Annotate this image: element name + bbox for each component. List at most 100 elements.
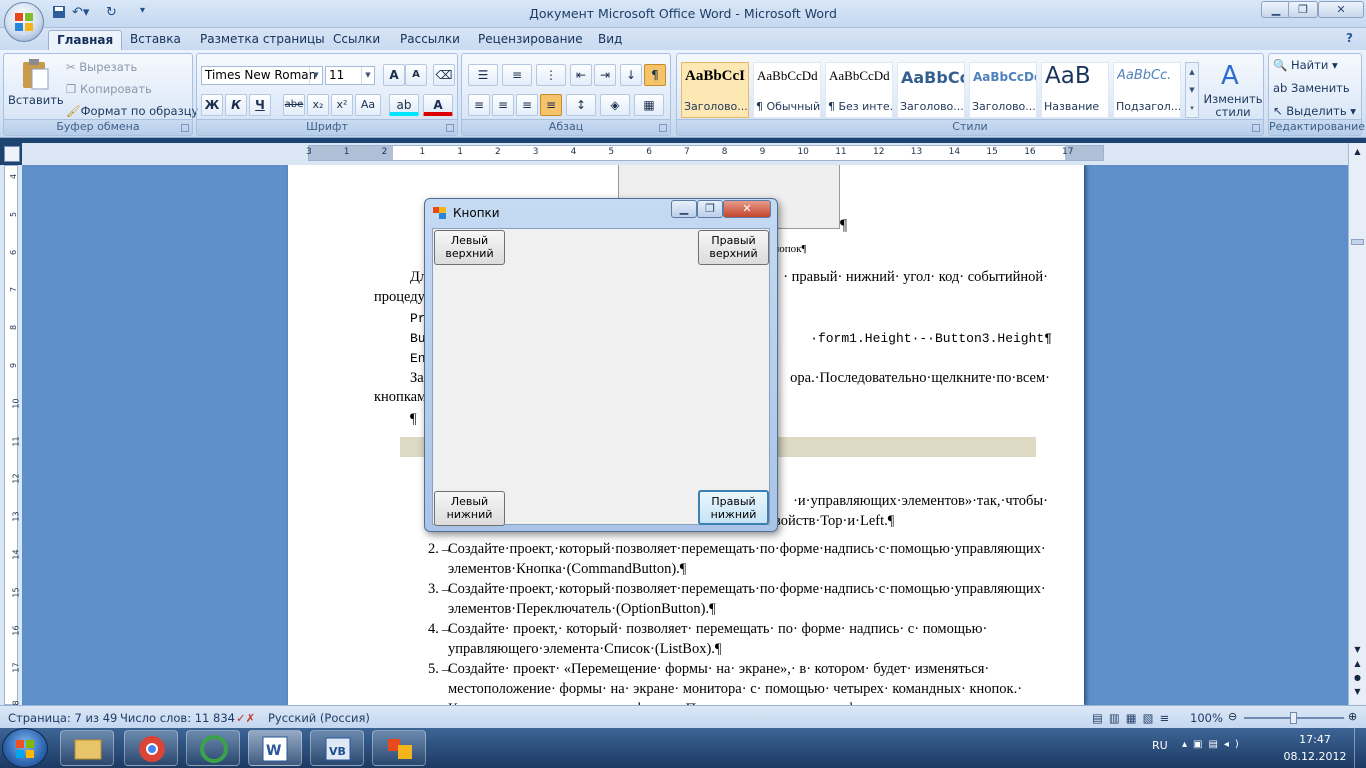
paste-button[interactable]: Вставить	[8, 58, 64, 116]
font-color-icon[interactable]: A	[423, 94, 453, 116]
dialog-launcher-icon[interactable]	[181, 124, 189, 132]
style-no-spacing[interactable]: AaBbCcDd ¶ Без инте...	[825, 62, 893, 118]
superscript-button[interactable]: x²	[331, 94, 353, 116]
style-title[interactable]: AaB Название	[1041, 62, 1109, 118]
dialog-launcher-icon[interactable]	[659, 124, 667, 132]
align-right-icon[interactable]: ≡	[516, 94, 538, 116]
zoom-slider[interactable]: ⊖ ⊕	[1228, 710, 1360, 724]
numbering-icon[interactable]: ≡	[502, 64, 532, 86]
maximize-button[interactable]: ❐	[1288, 1, 1318, 18]
save-icon[interactable]	[52, 5, 66, 23]
copy-button[interactable]: ❐ Копировать	[66, 82, 152, 96]
clock-date[interactable]: 08.12.2012	[1280, 750, 1350, 763]
clear-format-icon[interactable]: ⌫	[433, 64, 455, 86]
vb-taskbar-button[interactable]: VB	[310, 730, 364, 766]
styles-scroll[interactable]: ▲ ▼ ▾	[1185, 62, 1199, 118]
tab-insert[interactable]: Вставка	[122, 30, 189, 50]
tray-icons[interactable]: ▴▣▤◂)	[1182, 739, 1245, 750]
messenger-taskbar-button[interactable]	[186, 730, 240, 766]
grow-font-button[interactable]: A	[383, 64, 405, 86]
spellcheck-icon[interactable]: ✓✗	[236, 711, 255, 725]
sort-icon[interactable]: ↓	[620, 64, 642, 86]
shrink-font-button[interactable]: A	[405, 64, 427, 86]
shading-icon[interactable]: ◈	[600, 94, 630, 116]
ruler-number: 15	[986, 147, 998, 157]
office-button[interactable]	[4, 2, 44, 42]
help-icon[interactable]: ?	[1346, 31, 1353, 45]
right-top-button[interactable]: Правый верхний	[698, 230, 769, 265]
tab-references[interactable]: Ссылки	[325, 30, 388, 50]
scroll-thumb[interactable]	[1351, 239, 1364, 245]
qat-customize-icon[interactable]: ▾	[140, 5, 145, 23]
tab-mailings[interactable]: Рассылки	[392, 30, 468, 50]
form-minimize-button[interactable]: ▁	[671, 200, 697, 218]
tab-home[interactable]: Главная	[48, 30, 123, 50]
change-case-button[interactable]: Aa	[355, 94, 381, 116]
font-size-combo[interactable]: 11 ▼	[325, 66, 375, 85]
borders-icon[interactable]: ▦	[634, 94, 664, 116]
subscript-button[interactable]: x₂	[307, 94, 329, 116]
left-top-button[interactable]: Левый верхний	[434, 230, 505, 265]
vertical-ruler[interactable]: 456789101112131415161718	[0, 165, 22, 711]
page-indicator[interactable]: Страница: 7 из 49	[8, 711, 117, 725]
tab-view[interactable]: Вид	[590, 30, 630, 50]
format-painter-button[interactable]: 🖌Формат по образцу	[66, 104, 198, 118]
clock-time[interactable]: 17:47	[1280, 733, 1350, 746]
line-spacing-icon[interactable]: ↕	[566, 94, 596, 116]
tab-selector[interactable]	[4, 146, 20, 162]
vruler-number: 12	[11, 473, 21, 484]
dialog-launcher-icon[interactable]	[1252, 124, 1260, 132]
style-subtitle[interactable]: AaBbCc. Подзагол...	[1113, 62, 1181, 118]
cut-button[interactable]: ✂ Вырезать	[66, 60, 137, 74]
style-normal[interactable]: AaBbCcDd ¶ Обычный	[753, 62, 821, 118]
buttons-form-window[interactable]: Кнопки ▁ ❐ ✕ Левый верхний Правый верхни…	[424, 198, 778, 532]
tab-review[interactable]: Рецензирование	[470, 30, 591, 50]
dialog-launcher-icon[interactable]	[446, 124, 454, 132]
horizontal-ruler[interactable]: 3 1 2 1 1 2 3 4 5 6 7 8 9 10 11 12 13 14 15 16 17	[22, 143, 1348, 165]
style-heading1[interactable]: AaBbCcI Заголово...	[681, 62, 749, 118]
increase-indent-icon[interactable]: ⇥	[594, 64, 616, 86]
select-button[interactable]: ↖ Выделить ▾	[1273, 104, 1356, 118]
style-heading-b[interactable]: AaBbCcDd Заголово...	[969, 62, 1037, 118]
browse-buttons[interactable]: ▼ ▲ ● ▼	[1351, 643, 1364, 699]
multilevel-list-icon[interactable]: ⋮	[536, 64, 566, 86]
right-bottom-button[interactable]: Правый нижний	[698, 490, 769, 525]
language-tray[interactable]: RU	[1152, 739, 1168, 752]
start-button[interactable]	[2, 728, 48, 768]
project-taskbar-button[interactable]	[372, 730, 426, 766]
vertical-scrollbar[interactable]: ▲ ▼ ▲ ● ▼	[1348, 143, 1366, 705]
align-center-icon[interactable]: ≡	[492, 94, 514, 116]
bold-button[interactable]: Ж	[201, 94, 223, 116]
view-buttons[interactable]: ▤▥▦▧≡	[1092, 711, 1175, 725]
close-button[interactable]: ✕	[1318, 1, 1364, 18]
change-styles-button[interactable]: A Изменить стили	[1203, 60, 1263, 119]
underline-button[interactable]: Ч	[249, 94, 271, 116]
highlight-icon[interactable]: ab	[389, 94, 419, 116]
replace-button[interactable]: ab Заменить	[1273, 81, 1350, 95]
decrease-indent-icon[interactable]: ⇤	[570, 64, 592, 86]
form-maximize-button[interactable]: ❐	[697, 200, 723, 218]
tab-page-layout[interactable]: Разметка страницы	[192, 30, 333, 50]
strikethrough-button[interactable]: abe	[283, 94, 305, 116]
undo-icon[interactable]: ↶▾	[72, 5, 89, 23]
redo-icon[interactable]: ↻	[106, 5, 117, 23]
minimize-button[interactable]: ▁	[1261, 1, 1291, 18]
bullets-icon[interactable]: ☰	[468, 64, 498, 86]
font-name-combo[interactable]: Times New Roman ▼	[201, 66, 323, 85]
style-heading-a[interactable]: AaBbCc Заголово...	[897, 62, 965, 118]
scroll-up-icon[interactable]: ▲	[1351, 147, 1364, 159]
form-close-button[interactable]: ✕	[723, 200, 771, 218]
explorer-taskbar-button[interactable]	[60, 730, 114, 766]
align-left-icon[interactable]: ≡	[468, 94, 490, 116]
find-button[interactable]: 🔍 Найти ▾	[1273, 58, 1338, 72]
chrome-taskbar-button[interactable]	[124, 730, 178, 766]
zoom-level[interactable]: 100%	[1190, 711, 1223, 725]
show-desktop-button[interactable]	[1354, 728, 1366, 768]
language-indicator[interactable]: Русский (Россия)	[268, 711, 370, 725]
word-taskbar-button[interactable]: W	[248, 730, 302, 766]
word-count[interactable]: Число слов: 11 834	[120, 711, 235, 725]
show-formatting-button[interactable]: ¶	[644, 64, 666, 86]
justify-icon[interactable]: ≡	[540, 94, 562, 116]
italic-button[interactable]: К	[225, 94, 247, 116]
left-bottom-button[interactable]: Левый нижний	[434, 491, 505, 526]
